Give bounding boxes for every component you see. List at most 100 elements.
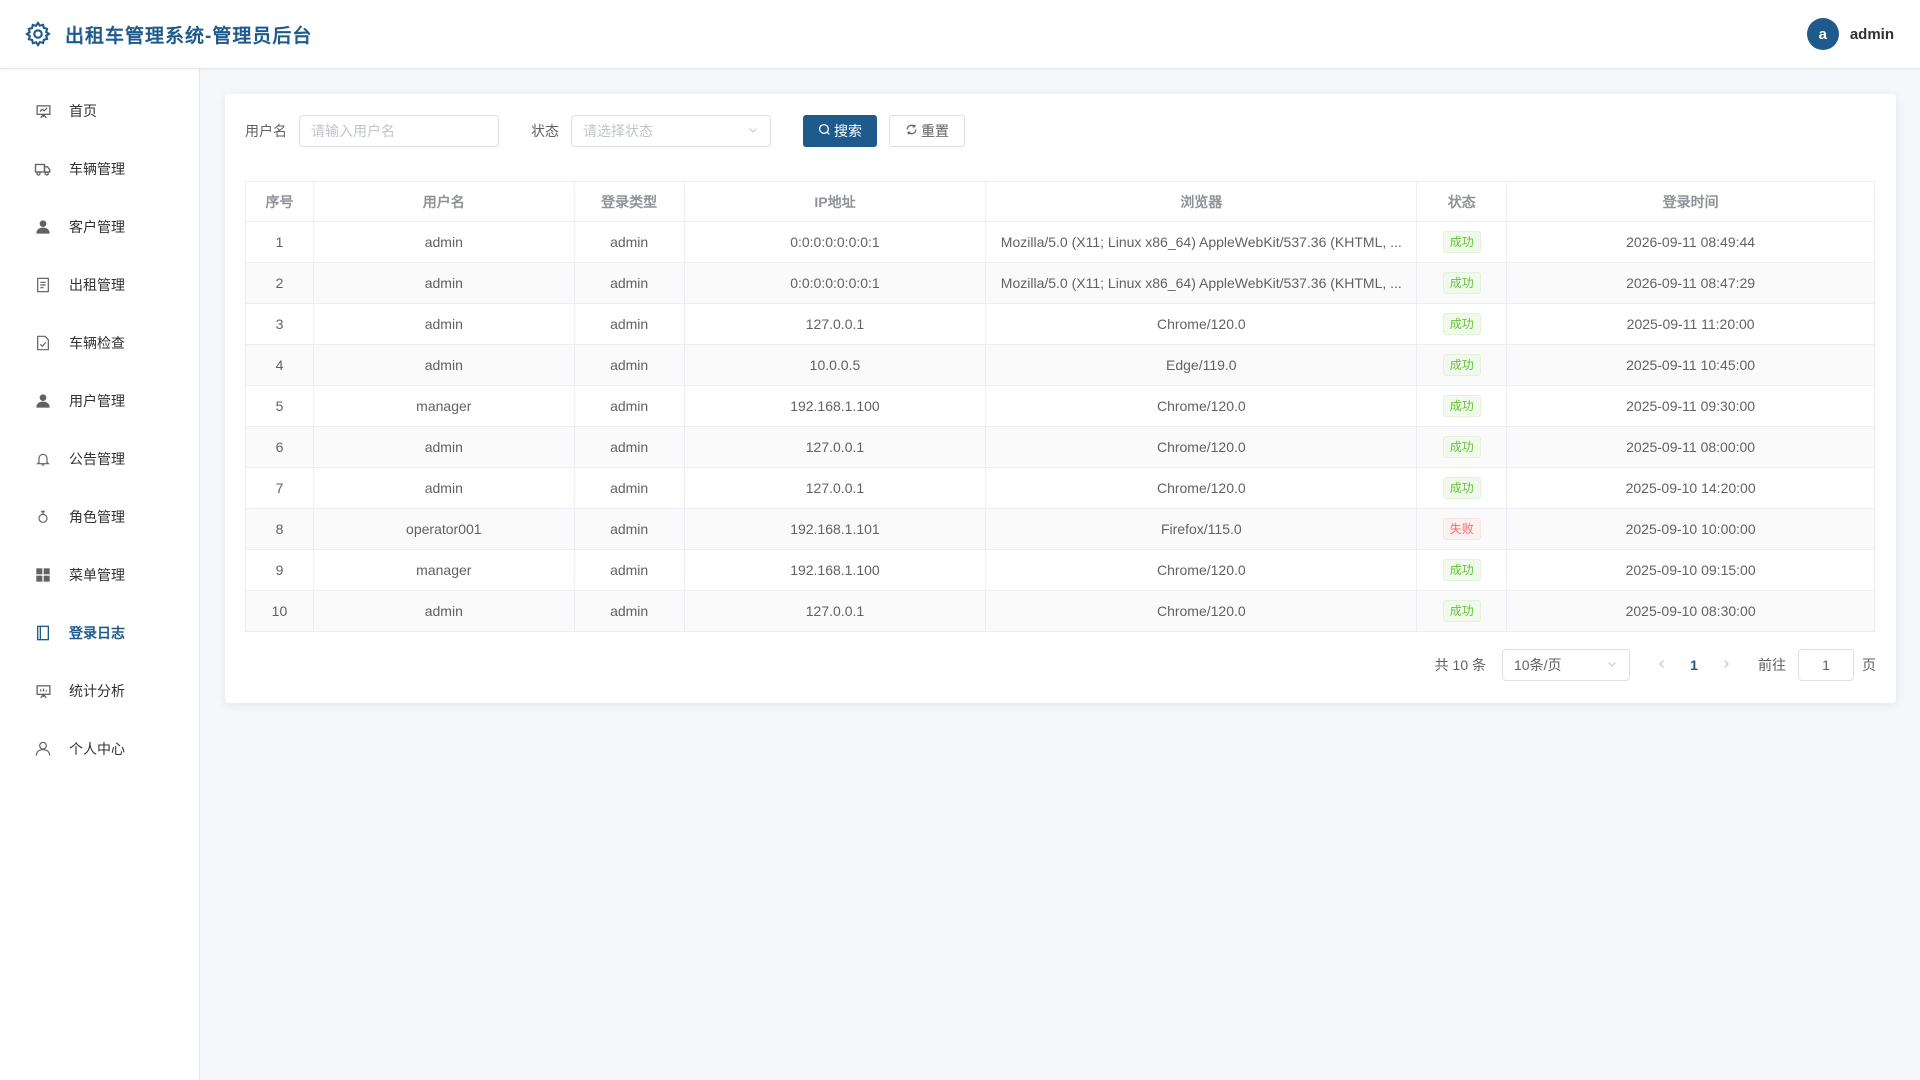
female-icon [34, 508, 52, 526]
bell-icon [34, 450, 52, 468]
reset-button-label: 重置 [921, 123, 949, 139]
sidebar-item-label: 统计分析 [69, 683, 125, 699]
sidebar-item-login-log[interactable]: 登录日志 [0, 604, 199, 662]
brand: 出租车管理系统-管理员后台 [24, 20, 312, 48]
data-board-icon [34, 682, 52, 700]
cell-index: 10 [245, 590, 314, 632]
sidebar-item-profile[interactable]: 个人中心 [0, 720, 199, 778]
username-input[interactable]: 请输入用户名 [299, 115, 499, 147]
refresh-icon [905, 123, 918, 139]
sidebar: 首页 车辆管理 客户管理 出租管理 车辆检查 用户管理 公告管理 角色管理 菜单… [0, 69, 200, 1080]
cell-username: manager [313, 549, 575, 591]
sidebar-item-inspections[interactable]: 车辆检查 [0, 314, 199, 372]
login-log-table: 序号 用户名 登录类型 IP地址 浏览器 状态 登录时间 1 admin admin… [245, 181, 1875, 632]
cell-status: 成功 [1416, 590, 1508, 632]
sidebar-item-rentals[interactable]: 出租管理 [0, 256, 199, 314]
sidebar-item-home[interactable]: 首页 [0, 82, 199, 140]
cell-login-time: 2025-09-10 08:30:00 [1506, 590, 1875, 632]
cell-browser: Chrome/120.0 [985, 590, 1418, 632]
cell-login-time: 2025-09-10 10:00:00 [1506, 508, 1875, 550]
presentation-icon [34, 102, 52, 120]
cell-ip-address: 192.168.1.101 [684, 508, 987, 550]
cell-login-time: 2026-09-11 08:49:44 [1506, 221, 1875, 263]
cell-status: 成功 [1416, 549, 1508, 591]
status-badge: 成功 [1442, 477, 1481, 499]
column-header: 浏览器 [985, 181, 1418, 222]
user-menu[interactable]: a admin [1806, 18, 1894, 50]
sidebar-item-label: 个人中心 [69, 741, 125, 757]
table-row[interactable]: 3 admin admin 127.0.0.1 Chrome/120.0 成功 2025-0… [245, 303, 1875, 345]
user-icon [34, 740, 52, 758]
cell-ip-address: 127.0.0.1 [684, 303, 987, 345]
cell-username: admin [313, 590, 575, 632]
cell-browser: Firefox/115.0 [985, 508, 1418, 550]
pagination: 共 10 条 10条/页 1 前往 1 页 [1435, 649, 1876, 681]
cell-browser: Chrome/120.0 [985, 467, 1418, 509]
column-header: 状态 [1416, 181, 1508, 222]
sidebar-item-roles[interactable]: 角色管理 [0, 488, 199, 546]
table-row[interactable]: 2 admin admin 0:0:0:0:0:0:0:1 Mozilla/5.0 (X… [245, 262, 1875, 304]
table-row[interactable]: 10 admin admin 127.0.0.1 Chrome/120.0 成功 2025-… [245, 590, 1875, 632]
table-row[interactable]: 1 admin admin 0:0:0:0:0:0:0:1 Mozilla/5.0 (X… [245, 221, 1875, 263]
browser-text: Chrome/120.0 [1156, 398, 1246, 414]
username-filter-label: 用户名 [245, 123, 287, 139]
cell-ip-address: 127.0.0.1 [684, 467, 987, 509]
table-row[interactable]: 9 manager admin 192.168.1.100 Chrome/120.0 成功… [245, 549, 1875, 591]
cell-status: 成功 [1416, 221, 1508, 263]
browser-text: Chrome/120.0 [1156, 603, 1246, 619]
document-icon [34, 276, 52, 294]
reset-button[interactable]: 重置 [889, 115, 965, 147]
cell-status: 成功 [1416, 303, 1508, 345]
username-label[interactable]: admin [1850, 26, 1894, 43]
cell-status: 失败 [1416, 508, 1508, 550]
pagination-total: 共 10 条 [1434, 657, 1486, 673]
table-row[interactable]: 8 operator001 admin 192.168.1.101 Firefox/11… [245, 508, 1875, 550]
sidebar-item-customers[interactable]: 客户管理 [0, 198, 199, 256]
cell-status: 成功 [1416, 467, 1508, 509]
cell-index: 3 [245, 303, 314, 345]
table-row[interactable]: 5 manager admin 192.168.1.100 Chrome/120.0 成功… [245, 385, 1875, 427]
cell-login-type: admin [574, 262, 685, 304]
cell-ip-address: 127.0.0.1 [684, 426, 987, 468]
next-page-button[interactable] [1710, 657, 1742, 673]
cell-ip-address: 10.0.0.5 [684, 344, 987, 386]
cell-username: admin [313, 303, 575, 345]
page-size-value: 10条/页 [1514, 657, 1562, 673]
sidebar-item-label: 出租管理 [69, 277, 125, 293]
chevron-left-icon [1659, 660, 1664, 668]
goto-page-input[interactable]: 1 [1798, 649, 1854, 681]
cell-login-time: 2025-09-10 14:20:00 [1506, 467, 1875, 509]
sidebar-item-statistics[interactable]: 统计分析 [0, 662, 199, 720]
cell-login-type: admin [574, 508, 685, 550]
cell-index: 9 [245, 549, 314, 591]
sidebar-item-vehicles[interactable]: 车辆管理 [0, 140, 199, 198]
avatar[interactable]: a [1806, 18, 1839, 50]
cell-username: admin [313, 221, 575, 263]
status-select[interactable]: 请选择状态 [571, 115, 771, 147]
cell-browser: Mozilla/5.0 (X11; Linux x86_64) AppleWeb… [985, 262, 1418, 304]
status-badge: 成功 [1442, 231, 1481, 253]
browser-text: Mozilla/5.0 (X11; Linux x86_64) AppleWeb… [1000, 275, 1402, 291]
cell-login-time: 2025-09-10 09:15:00 [1506, 549, 1875, 591]
cell-ip-address: 192.168.1.100 [684, 385, 987, 427]
sidebar-item-menus[interactable]: 菜单管理 [0, 546, 199, 604]
table-row[interactable]: 7 admin admin 127.0.0.1 Chrome/120.0 成功 2025-0… [245, 467, 1875, 509]
table-row[interactable]: 4 admin admin 10.0.0.5 Edge/119.0 成功 2025-09-1… [245, 344, 1875, 386]
table-row[interactable]: 6 admin admin 127.0.0.1 Chrome/120.0 成功 2025-0… [245, 426, 1875, 468]
status-badge: 成功 [1442, 272, 1481, 294]
browser-text: Mozilla/5.0 (X11; Linux x86_64) AppleWeb… [1000, 234, 1402, 250]
search-button[interactable]: 搜索 [803, 115, 877, 147]
page-size-select[interactable]: 10条/页 [1502, 649, 1630, 681]
browser-text: Chrome/120.0 [1156, 562, 1246, 578]
cell-login-time: 2025-09-11 10:45:00 [1506, 344, 1875, 386]
cell-username: operator001 [313, 508, 575, 550]
sidebar-item-users[interactable]: 用户管理 [0, 372, 199, 430]
page-number-current[interactable]: 1 [1678, 657, 1710, 673]
cell-username: admin [313, 467, 575, 509]
prev-page-button[interactable] [1646, 657, 1678, 673]
cell-username: admin [313, 262, 575, 304]
sidebar-item-notices[interactable]: 公告管理 [0, 430, 199, 488]
login-log-panel: 用户名 请输入用户名 状态 请选择状态 搜索 重置 序号 用户名 登录类型 IP… [225, 94, 1896, 703]
cell-status: 成功 [1416, 262, 1508, 304]
cell-ip-address: 0:0:0:0:0:0:0:1 [684, 221, 987, 263]
